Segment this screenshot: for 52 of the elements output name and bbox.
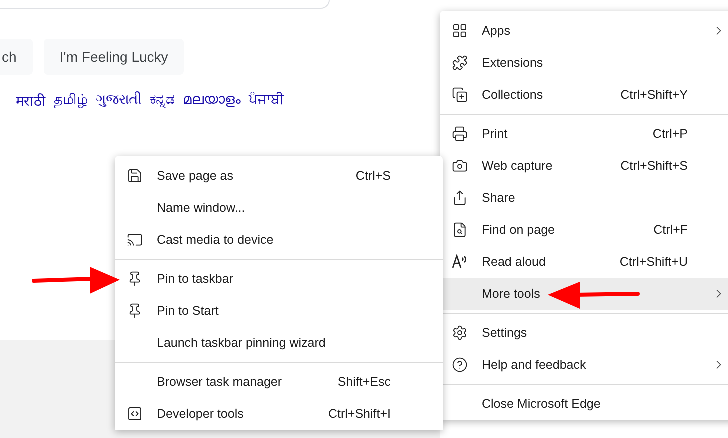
language-link[interactable]: ਪੰਜਾਬੀ [249,91,284,110]
printer-icon [452,126,468,142]
read-aloud-icon [452,254,468,270]
search-box[interactable] [0,0,330,9]
menu-item[interactable]: More tools [440,278,728,310]
share-icon [452,190,468,206]
help-icon [452,357,468,373]
language-link[interactable]: ಕನ್ನಡ [150,91,175,110]
pin-icon [127,303,143,319]
language-link[interactable]: മലയാളം [183,91,241,110]
menu-item[interactable]: Developer tools Ctrl+Shift+I [115,398,443,430]
menu-item[interactable]: Read aloud Ctrl+Shift+U [440,246,728,278]
save-icon [127,168,143,184]
shortcut-text: Ctrl+Shift+I [328,407,391,421]
menu-item[interactable]: Apps [440,15,728,47]
shortcut-text: Ctrl+Shift+S [620,159,688,173]
menu-item[interactable]: Save page as Ctrl+S [115,160,443,192]
collections-icon [452,87,468,103]
cast-icon [127,232,143,248]
shortcut-text: Ctrl+S [356,169,391,183]
language-link[interactable]: ગુજરાતી [96,91,142,110]
menu-item[interactable]: Settings [440,317,728,349]
menu-item[interactable]: Launch taskbar pinning wizard [115,327,443,359]
language-link[interactable]: தமிழ் [54,91,88,110]
menu-item[interactable]: Name window... [115,192,443,224]
extensions-icon [452,55,468,71]
shortcut-text: Ctrl+F [654,223,688,237]
camera-icon [452,158,468,174]
settings-icon [452,325,468,341]
menu-item[interactable]: Cast media to device [115,224,443,256]
menu-item[interactable]: Web capture Ctrl+Shift+S [440,150,728,182]
shortcut-text: Ctrl+Shift+Y [620,88,688,102]
menu-item[interactable]: Collections Ctrl+Shift+Y [440,79,728,111]
shortcut-text: Ctrl+P [652,127,688,141]
apps-icon [452,23,468,39]
menu-item[interactable]: Print Ctrl+P [440,118,728,150]
shortcut-text: Ctrl+Shift+U [620,255,688,269]
shortcut-text: Shift+Esc [338,375,391,389]
menu-item[interactable]: Pin to taskbar [115,263,443,295]
menu-item[interactable]: Extensions [440,47,728,79]
menu-item[interactable]: Share [440,182,728,214]
search-button[interactable]: ch [0,39,33,75]
menu-item[interactable]: Help and feedback [440,349,728,381]
menu-item[interactable]: Browser task manager Shift+Esc [115,366,443,398]
find-icon [452,222,468,238]
menu-item[interactable]: Pin to Start [115,295,443,327]
menu-item[interactable]: Find on page Ctrl+F [440,214,728,246]
search-button[interactable]: I'm Feeling Lucky [44,39,184,75]
pin-icon [127,271,143,287]
menu-item[interactable]: Close Microsoft Edge [440,388,728,420]
language-link[interactable]: मराठी [16,91,46,110]
developer-tools-icon [127,406,143,422]
